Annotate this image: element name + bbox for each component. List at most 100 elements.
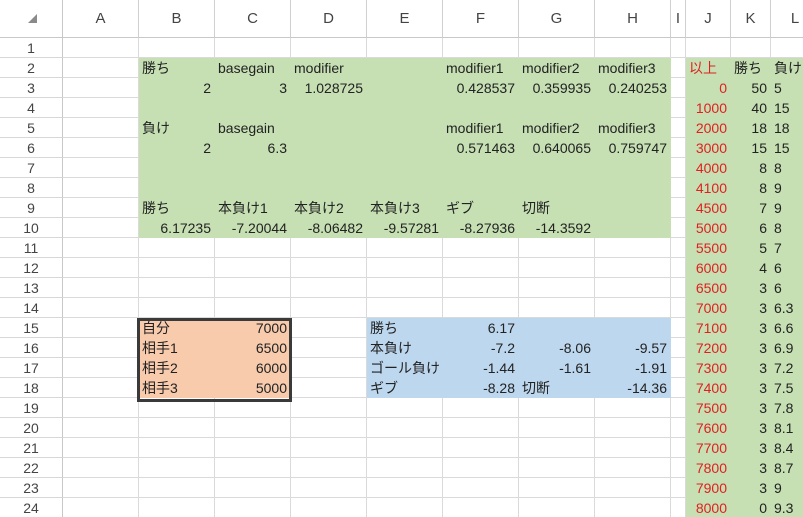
cell-g14[interactable]	[519, 298, 595, 318]
cell-f13[interactable]	[443, 278, 519, 298]
cell-g21[interactable]	[519, 438, 595, 458]
column-header-l[interactable]: L	[771, 0, 803, 38]
cell-c1[interactable]	[215, 38, 291, 58]
cell-j18[interactable]: 7400	[686, 378, 731, 398]
cell-e14[interactable]	[367, 298, 443, 318]
cell-f1[interactable]	[443, 38, 519, 58]
cell-h10[interactable]	[595, 218, 671, 238]
row-header-7[interactable]: 7	[0, 158, 63, 178]
cell-d9[interactable]: 本負け2	[291, 198, 367, 218]
cell-k10[interactable]: 6	[731, 218, 771, 238]
row-header-20[interactable]: 20	[0, 418, 63, 438]
cell-h9[interactable]	[595, 198, 671, 218]
cell-k7[interactable]: 8	[731, 158, 771, 178]
cell-i14[interactable]	[671, 298, 686, 318]
cell-e21[interactable]	[367, 438, 443, 458]
cell-j12[interactable]: 6000	[686, 258, 731, 278]
cell-i24[interactable]	[671, 498, 686, 517]
cell-f8[interactable]	[443, 178, 519, 198]
cell-k11[interactable]: 5	[731, 238, 771, 258]
cell-a12[interactable]	[63, 258, 139, 278]
cell-f5[interactable]: modifier1	[443, 118, 519, 138]
cell-h3[interactable]: 0.240253	[595, 78, 671, 98]
cell-k23[interactable]: 3	[731, 478, 771, 498]
cell-k3[interactable]: 50	[731, 78, 771, 98]
cell-l4[interactable]: 15	[771, 98, 803, 118]
cell-j3[interactable]: 0	[686, 78, 731, 98]
cell-g23[interactable]	[519, 478, 595, 498]
cell-c7[interactable]	[215, 158, 291, 178]
cell-e15[interactable]: 勝ち	[367, 318, 443, 338]
cell-d6[interactable]	[291, 138, 367, 158]
cell-i17[interactable]	[671, 358, 686, 378]
cell-f11[interactable]	[443, 238, 519, 258]
column-header-f[interactable]: F	[443, 0, 519, 38]
cell-e6[interactable]	[367, 138, 443, 158]
cell-i11[interactable]	[671, 238, 686, 258]
cell-b10[interactable]: 6.17235	[139, 218, 215, 238]
cell-k17[interactable]: 3	[731, 358, 771, 378]
cell-b18[interactable]: 相手3	[139, 378, 215, 398]
cell-l20[interactable]: 8.1	[771, 418, 803, 438]
cell-e17[interactable]: ゴール負け	[367, 358, 443, 378]
cell-k1[interactable]	[731, 38, 771, 58]
cell-e23[interactable]	[367, 478, 443, 498]
cell-g22[interactable]	[519, 458, 595, 478]
cell-l1[interactable]	[771, 38, 803, 58]
cell-h23[interactable]	[595, 478, 671, 498]
cell-g13[interactable]	[519, 278, 595, 298]
cell-c13[interactable]	[215, 278, 291, 298]
cell-d14[interactable]	[291, 298, 367, 318]
cell-d23[interactable]	[291, 478, 367, 498]
row-header-3[interactable]: 3	[0, 78, 63, 98]
cell-d16[interactable]	[291, 338, 367, 358]
cell-j1[interactable]	[686, 38, 731, 58]
cell-c23[interactable]	[215, 478, 291, 498]
cell-a17[interactable]	[63, 358, 139, 378]
cell-g20[interactable]	[519, 418, 595, 438]
cell-a2[interactable]	[63, 58, 139, 78]
cell-g11[interactable]	[519, 238, 595, 258]
cell-c20[interactable]	[215, 418, 291, 438]
cell-l9[interactable]: 9	[771, 198, 803, 218]
cell-h18[interactable]: -14.36	[595, 378, 671, 398]
cell-l13[interactable]: 6	[771, 278, 803, 298]
cell-a19[interactable]	[63, 398, 139, 418]
cell-g4[interactable]	[519, 98, 595, 118]
column-header-d[interactable]: D	[291, 0, 367, 38]
cell-c9[interactable]: 本負け1	[215, 198, 291, 218]
cell-k2[interactable]: 勝ち	[731, 58, 771, 78]
cell-f9[interactable]: ギブ	[443, 198, 519, 218]
cell-j2[interactable]: 以上	[686, 58, 731, 78]
cell-b24[interactable]	[139, 498, 215, 517]
cell-g7[interactable]	[519, 158, 595, 178]
cell-d20[interactable]	[291, 418, 367, 438]
cell-d18[interactable]	[291, 378, 367, 398]
cell-c19[interactable]	[215, 398, 291, 418]
cell-l2[interactable]: 負け	[771, 58, 803, 78]
cell-d22[interactable]	[291, 458, 367, 478]
cell-b23[interactable]	[139, 478, 215, 498]
cell-c14[interactable]	[215, 298, 291, 318]
cell-c6[interactable]: 6.3	[215, 138, 291, 158]
cell-d3[interactable]: 1.028725	[291, 78, 367, 98]
cell-b21[interactable]	[139, 438, 215, 458]
cell-l23[interactable]: 9	[771, 478, 803, 498]
cell-h20[interactable]	[595, 418, 671, 438]
cell-f2[interactable]: modifier1	[443, 58, 519, 78]
cell-b7[interactable]	[139, 158, 215, 178]
cell-i3[interactable]	[671, 78, 686, 98]
cell-h4[interactable]	[595, 98, 671, 118]
cell-c17[interactable]: 6000	[215, 358, 291, 378]
cell-j4[interactable]: 1000	[686, 98, 731, 118]
cell-f4[interactable]	[443, 98, 519, 118]
cell-k13[interactable]: 3	[731, 278, 771, 298]
cell-a9[interactable]	[63, 198, 139, 218]
row-header-8[interactable]: 8	[0, 178, 63, 198]
cell-l19[interactable]: 7.8	[771, 398, 803, 418]
cell-k18[interactable]: 3	[731, 378, 771, 398]
column-header-a[interactable]: A	[63, 0, 139, 38]
cell-b15[interactable]: 自分	[139, 318, 215, 338]
cell-f17[interactable]: -1.44	[443, 358, 519, 378]
cell-l5[interactable]: 18	[771, 118, 803, 138]
